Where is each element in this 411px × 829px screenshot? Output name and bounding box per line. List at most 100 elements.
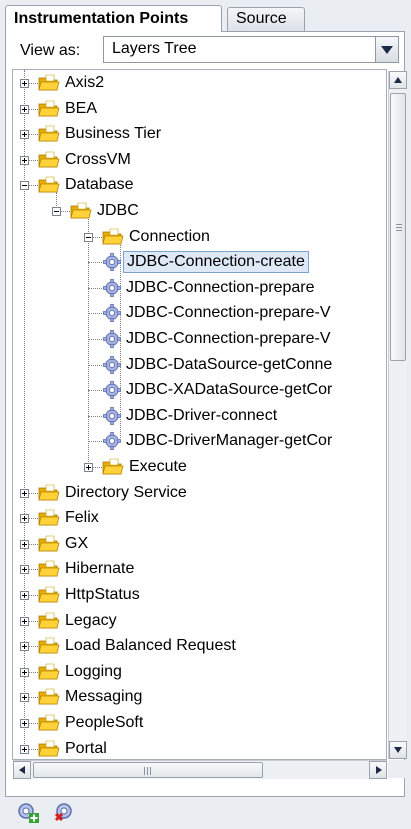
tree-item-folder[interactable]: Logging: [13, 660, 386, 684]
expand-icon[interactable]: [20, 744, 29, 754]
tree-item-label: HttpStatus: [65, 586, 140, 603]
expand-icon[interactable]: [20, 616, 29, 626]
view-as-row: View as:: [20, 38, 80, 64]
expand-icon[interactable]: [20, 155, 29, 165]
tree-item-point[interactable]: JDBC-Driver-connect: [13, 404, 386, 428]
scroll-left-button[interactable]: [13, 761, 31, 779]
grip-line: [396, 227, 402, 228]
collapse-icon[interactable]: [52, 207, 61, 216]
tab-source[interactable]: Source: [227, 7, 305, 31]
tree-line: [88, 415, 102, 417]
tree-item-folder[interactable]: JDBC: [13, 199, 386, 223]
vertical-scrollbar[interactable]: [388, 71, 407, 759]
tree-item-point[interactable]: JDBC-Connection-prepare-V: [13, 301, 386, 325]
tree-item-point[interactable]: JDBC-DriverManager-getCor: [13, 429, 386, 453]
scroll-down-button[interactable]: [389, 741, 407, 759]
tree-item-folder[interactable]: PeopleSoft: [13, 711, 386, 735]
tree-item-label: Connection: [129, 227, 210, 245]
tree-item-folder[interactable]: Execute: [13, 455, 386, 479]
tree-item-label: JDBC-XADataSource-getCor: [126, 381, 333, 399]
grip-line: [396, 224, 402, 225]
tree-line: [88, 262, 102, 264]
tree-item-label: JDBC-Connection-prepare: [126, 278, 315, 296]
expand-icon[interactable]: [20, 591, 29, 600]
tree-item-folder[interactable]: Portal: [13, 737, 386, 759]
expand-icon[interactable]: [20, 104, 29, 114]
tree-item-label: Portal: [65, 739, 107, 757]
folder-icon: [38, 100, 60, 118]
expand-icon[interactable]: [20, 539, 29, 549]
collapse-icon[interactable]: [20, 181, 29, 191]
remove-point-icon[interactable]: [52, 800, 78, 824]
view-as-select[interactable]: Layers Tree: [103, 36, 399, 63]
add-point-icon[interactable]: [15, 800, 41, 824]
grip-line: [150, 767, 151, 775]
tree-item-label: Hibernate: [65, 560, 135, 578]
tree-item-point[interactable]: JDBC-Connection-create: [13, 250, 386, 274]
vertical-scroll-thumb[interactable]: [390, 93, 406, 361]
chevron-down-icon[interactable]: [375, 37, 398, 62]
expand-icon[interactable]: [20, 130, 29, 140]
scroll-up-button[interactable]: [389, 71, 407, 89]
folder-icon: [38, 535, 60, 553]
tree-item-folder[interactable]: Felix: [13, 506, 386, 530]
tree-item-label: Database: [65, 176, 134, 194]
tree-item-point[interactable]: JDBC-Connection-prepare: [13, 276, 386, 300]
expand-icon[interactable]: [20, 642, 29, 652]
tree-item-folder[interactable]: Messaging: [13, 685, 386, 709]
tree-item-label: Business Tier: [65, 125, 162, 143]
horizontal-scrollbar[interactable]: [13, 760, 387, 779]
tree-item-point[interactable]: JDBC-XADataSource-getCor: [13, 378, 386, 402]
tree-item-label: JDBC-DriverManager-getCor: [126, 432, 333, 450]
tree-item-label: PeopleSoft: [65, 714, 144, 731]
tree-item-folder[interactable]: HttpStatus: [13, 583, 386, 607]
expand-icon[interactable]: [20, 79, 29, 88]
tree-item-label: Felix: [65, 509, 99, 527]
folder-icon: [38, 714, 60, 732]
folder-icon: [38, 740, 60, 758]
expand-icon[interactable]: [20, 514, 29, 524]
tree-line: [88, 441, 102, 443]
gear-icon: [102, 380, 122, 400]
folder-icon: [102, 228, 124, 246]
horizontal-scroll-thumb[interactable]: [33, 762, 263, 778]
grip-line: [144, 767, 145, 775]
tree-line: [88, 390, 102, 392]
expand-icon[interactable]: [20, 719, 29, 728]
tree-item-folder[interactable]: Legacy: [13, 609, 386, 633]
tree-item-folder[interactable]: Load Balanced Request: [13, 634, 386, 658]
tree-line: [88, 339, 102, 340]
folder-icon: [38, 560, 60, 578]
tree-item-folder[interactable]: Connection: [13, 225, 386, 249]
tree-item-point[interactable]: JDBC-DataSource-getConne: [13, 353, 386, 377]
folder-icon: [38, 151, 60, 169]
expand-icon[interactable]: [20, 488, 29, 498]
layers-tree: Axis2 BEA Business Tier CrossVM Database…: [12, 69, 387, 760]
gear-icon: [102, 431, 122, 451]
tree-item-folder[interactable]: CrossVM: [13, 148, 386, 172]
gear-icon: [102, 278, 122, 298]
tree-item-folder[interactable]: Hibernate: [13, 557, 386, 581]
scroll-right-button[interactable]: [369, 761, 387, 779]
tree-line: [88, 287, 102, 289]
tree-item-point[interactable]: JDBC-Connection-prepare-V: [13, 327, 386, 351]
folder-icon: [102, 458, 124, 476]
folder-icon: [38, 509, 60, 527]
tab-instrumentation-points[interactable]: Instrumentation Points: [5, 5, 222, 32]
expand-icon[interactable]: [20, 693, 29, 703]
tree-item-folder[interactable]: Business Tier: [13, 122, 386, 146]
folder-icon: [38, 612, 60, 630]
tree-item-folder[interactable]: BEA: [13, 97, 386, 121]
expand-icon[interactable]: [20, 565, 29, 575]
tree-item-label: JDBC-Connection-prepare-V: [126, 304, 331, 322]
folder-icon: [38, 484, 60, 502]
expand-icon[interactable]: [20, 667, 29, 677]
collapse-icon[interactable]: [84, 232, 93, 242]
tree-item-folder[interactable]: Database: [13, 173, 386, 197]
tree-item-folder[interactable]: Directory Service: [13, 481, 386, 505]
expand-icon[interactable]: [84, 463, 93, 472]
tree-item-label: Execute: [129, 458, 187, 475]
tree-item-folder[interactable]: Axis2: [13, 71, 386, 95]
folder-icon: [70, 202, 92, 220]
tree-item-folder[interactable]: GX: [13, 532, 386, 556]
